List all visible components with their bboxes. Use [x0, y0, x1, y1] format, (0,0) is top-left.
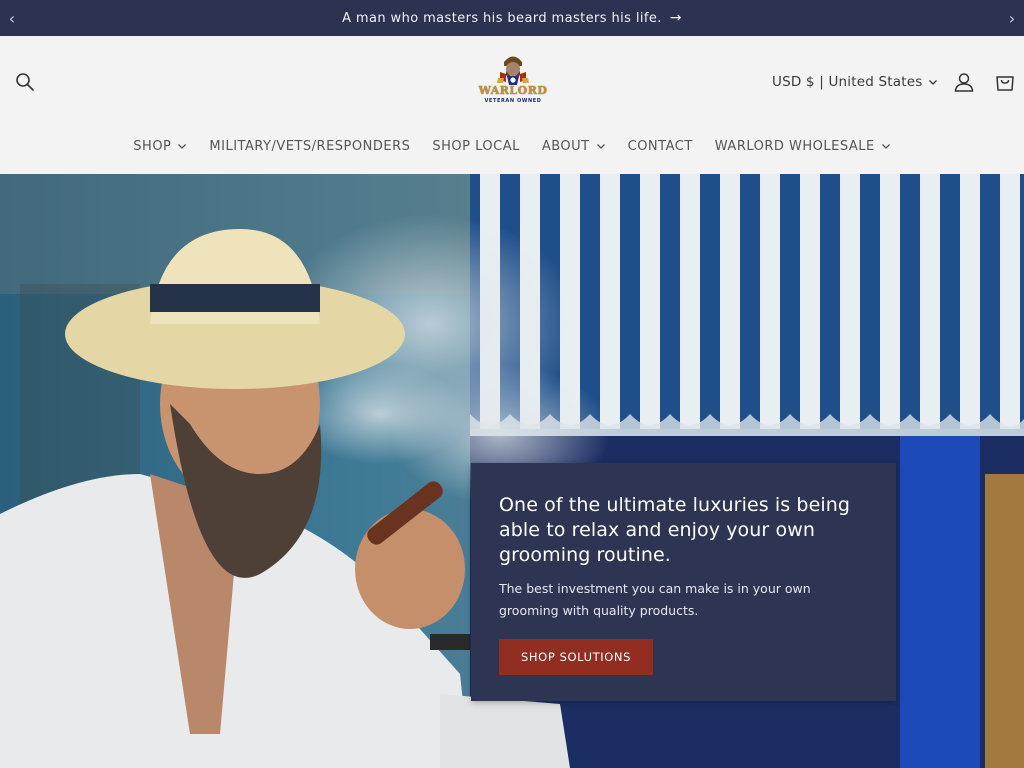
- currency-selector-value: USD $ | United States: [772, 74, 923, 90]
- nav-item-military[interactable]: MILITARY/VETS/RESPONDERS: [198, 139, 421, 154]
- chevron-down-icon: [178, 144, 187, 149]
- nav-item-label: SHOP: [133, 138, 172, 154]
- announcement-bar: ‹ A man who masters his beard masters hi…: [0, 0, 1024, 36]
- currency-selector[interactable]: USD $ | United States: [772, 72, 938, 92]
- nav-item-about[interactable]: ABOUT: [531, 139, 617, 154]
- announcement-link[interactable]: A man who masters his beard masters his …: [342, 10, 682, 26]
- announcement-next-button[interactable]: ›: [1000, 0, 1024, 36]
- chevron-down-icon: [881, 144, 890, 149]
- nav-item-contact[interactable]: CONTACT: [617, 139, 704, 154]
- nav-item-shop-local[interactable]: SHOP LOCAL: [421, 139, 530, 154]
- nav-item-label: SHOP LOCAL: [432, 138, 520, 154]
- chevron-down-icon: [596, 144, 605, 149]
- search-button[interactable]: [11, 68, 39, 96]
- warlord-emblem-icon: [497, 56, 529, 85]
- announcement-prev-button[interactable]: ‹: [0, 0, 24, 36]
- hero-promo-card: One of the ultimate luxuries is being ab…: [471, 463, 896, 701]
- chevron-right-icon: ›: [1008, 8, 1016, 28]
- nav-item-shop[interactable]: SHOP: [122, 139, 198, 154]
- main-nav: SHOP MILITARY/VETS/RESPONDERS SHOP LOCAL…: [0, 134, 1024, 158]
- chevron-left-icon: ‹: [8, 8, 16, 28]
- cart-button[interactable]: [991, 68, 1019, 96]
- hero-banner: One of the ultimate luxuries is being ab…: [0, 174, 1024, 768]
- logo-tagline: VETERAN OWNED: [484, 98, 542, 104]
- hero-subtext: The best investment you can make is in y…: [499, 581, 811, 618]
- nav-item-label: CONTACT: [627, 138, 693, 154]
- nav-item-label: WARLORD WHOLESALE: [714, 138, 875, 154]
- account-button[interactable]: [950, 68, 978, 96]
- hero-headline: One of the ultimate luxuries is being ab…: [499, 494, 851, 566]
- arrow-right-icon: →: [669, 10, 682, 26]
- nav-item-label: ABOUT: [541, 138, 590, 154]
- user-icon: [954, 73, 974, 92]
- site-logo[interactable]: WARLORD VETERAN OWNED: [472, 52, 554, 112]
- search-icon: [16, 73, 34, 91]
- shop-solutions-button[interactable]: SHOP SOLUTIONS: [499, 639, 653, 675]
- announcement-message: A man who masters his beard masters his …: [342, 10, 662, 26]
- site-header: WARLORD VETERAN OWNED USD $ | United Sta…: [0, 36, 1024, 174]
- cart-icon: [996, 76, 1014, 91]
- logo-wordmark: WARLORD: [478, 84, 548, 97]
- nav-item-label: MILITARY/VETS/RESPONDERS: [209, 138, 411, 154]
- chevron-down-icon: [929, 80, 938, 85]
- nav-item-wholesale[interactable]: WARLORD WHOLESALE: [704, 139, 902, 154]
